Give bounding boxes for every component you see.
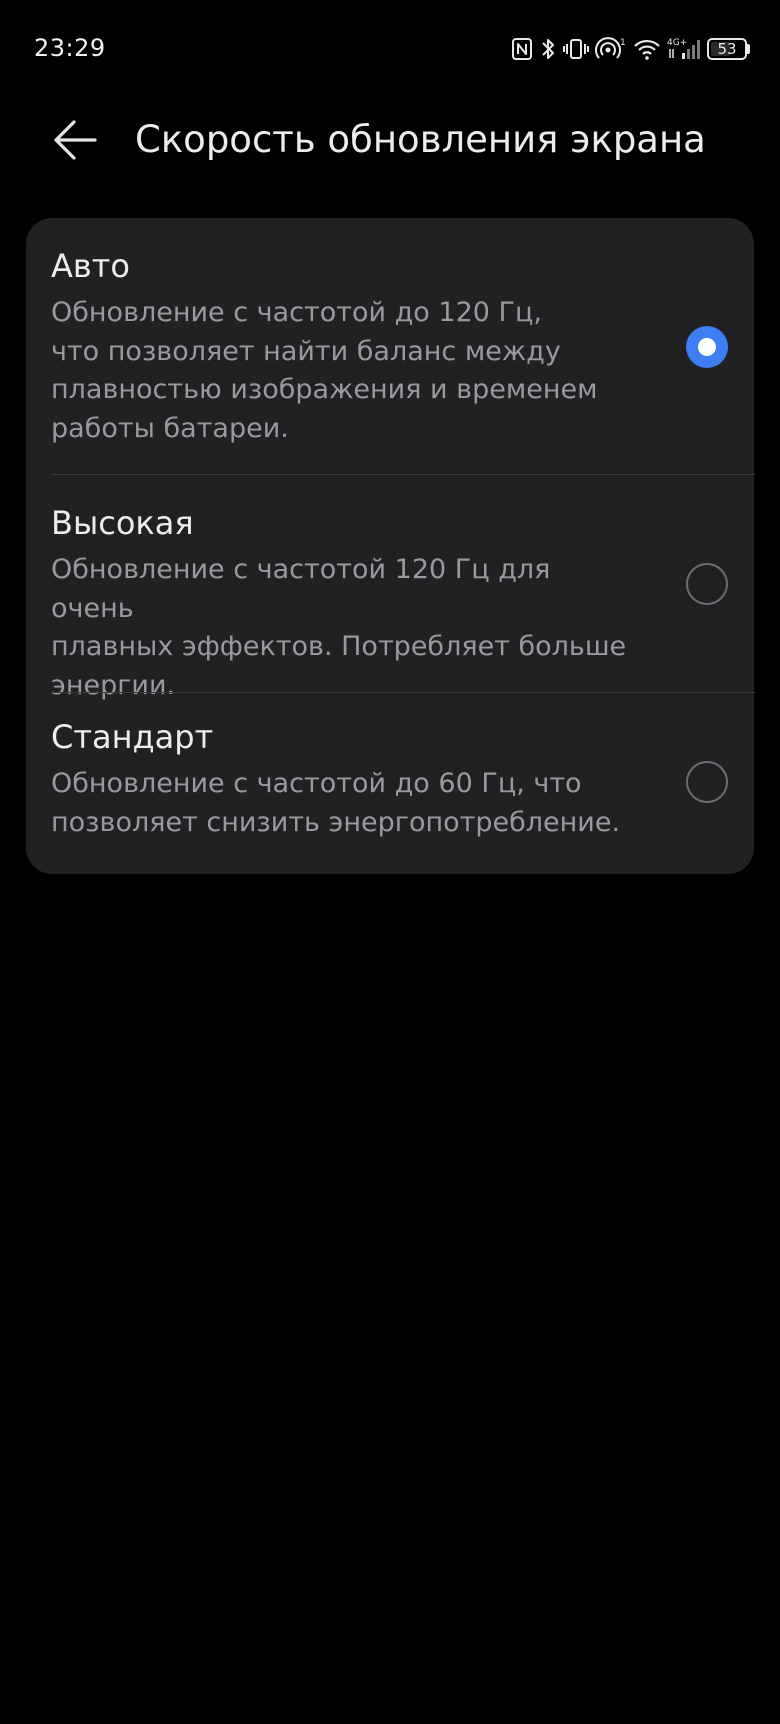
wifi-icon — [633, 37, 661, 61]
option-auto[interactable]: Авто Обновление с частотой до 120 Гц, чт… — [26, 218, 754, 474]
status-icons: 1 4G+ 53 — [511, 34, 750, 64]
arrow-left-icon — [54, 120, 97, 160]
back-button[interactable] — [46, 110, 106, 170]
option-standard[interactable]: Стандарт Обновление с частотой до 60 Гц,… — [26, 693, 754, 874]
cellular-signal-icon: 4G+ — [667, 36, 701, 62]
battery-icon: 53 — [707, 38, 750, 60]
radio-standard[interactable] — [686, 761, 728, 803]
option-title: Стандарт — [51, 718, 214, 756]
option-title: Авто — [51, 247, 130, 285]
option-title: Высокая — [51, 504, 194, 542]
network-type-label: 4G+ — [667, 38, 687, 48]
option-description: Обновление с частотой 120 Гц для очень п… — [51, 554, 627, 701]
option-high[interactable]: Высокая Обновление с частотой 120 Гц для… — [26, 475, 754, 701]
radio-high[interactable] — [686, 563, 728, 605]
vibrate-icon — [563, 37, 589, 61]
option-description: Обновление с частотой до 120 Гц, что поз… — [51, 297, 598, 444]
bluetooth-icon — [539, 36, 557, 62]
nfc-icon — [511, 37, 533, 61]
page-title: Скорость обновления экрана — [135, 118, 706, 161]
app-header: Скорость обновления экрана — [0, 100, 780, 210]
status-time: 23:29 — [34, 34, 106, 62]
hotspot-icon: 1 — [595, 36, 627, 62]
svg-text:1: 1 — [620, 38, 626, 48]
refresh-rate-options: Авто Обновление с частотой до 120 Гц, чт… — [26, 218, 755, 874]
status-bar: 23:29 1 4G+ 53 — [0, 0, 780, 100]
radio-auto[interactable] — [686, 326, 728, 368]
battery-level: 53 — [717, 39, 737, 58]
option-description: Обновление с частотой до 60 Гц, что позв… — [51, 768, 621, 838]
